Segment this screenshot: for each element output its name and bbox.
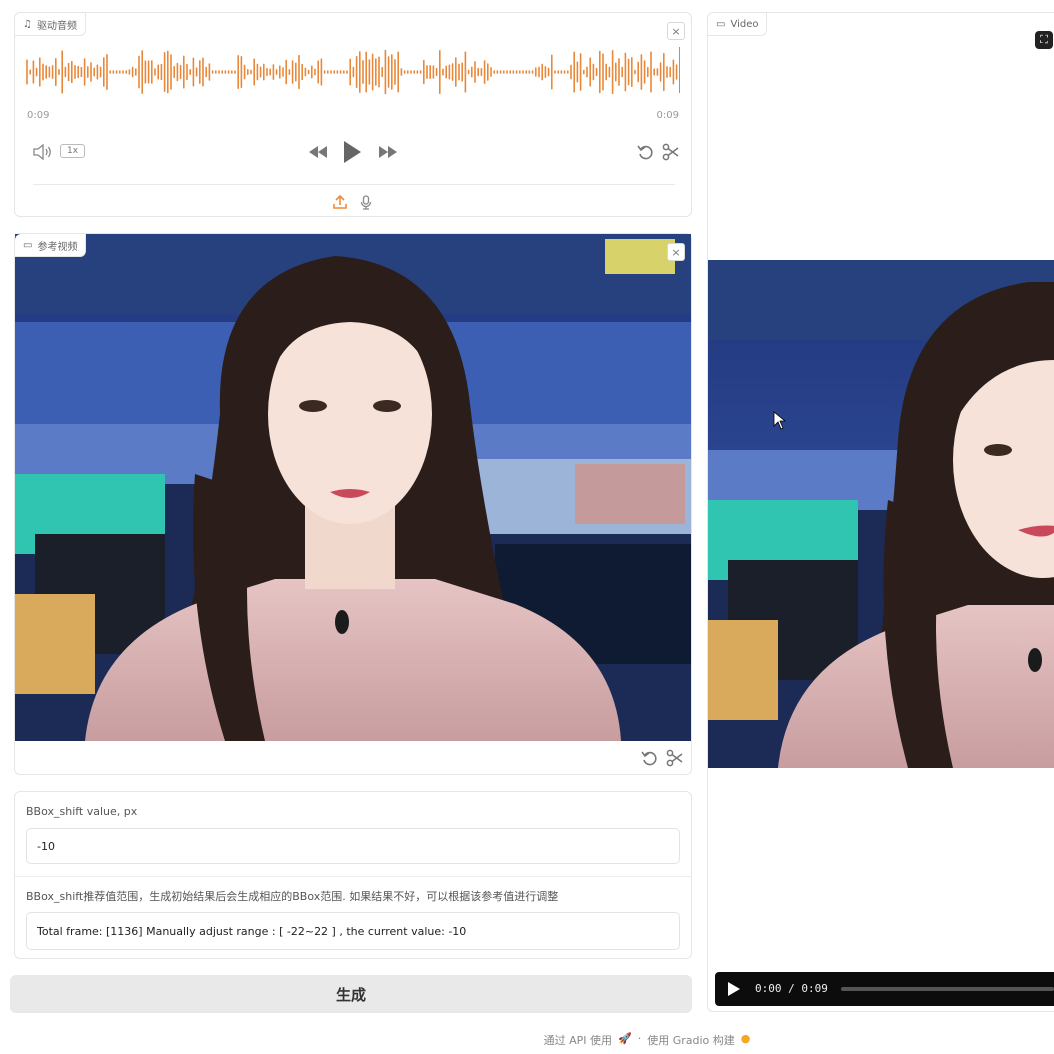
video-player-controls: 0:00 / 0:09 [715, 972, 1054, 1006]
audio-close-button[interactable]: × [667, 22, 685, 40]
output-video-label-tag: ▭ Video [708, 13, 768, 36]
upload-icon [333, 195, 347, 209]
footer: 通过 API 使用 🚀 · 使用 Gradio 构建 ● [0, 1032, 1054, 1048]
reference-video-frame[interactable] [15, 234, 691, 741]
rocket-icon: 🚀 [618, 1032, 632, 1045]
fast-forward-icon [379, 146, 397, 158]
generate-button[interactable]: 生成 [10, 975, 692, 1013]
audio-panel: ♫ 驱动音频 × 0:09 0:09 1x [14, 12, 692, 217]
reference-video-panel: ▭ 参考视频 × [14, 233, 692, 775]
play-icon [344, 141, 361, 163]
music-note-icon: ♫ [23, 18, 32, 30]
undo-icon [637, 145, 653, 160]
volume-icon [33, 144, 51, 160]
record-audio-button[interactable] [357, 193, 375, 211]
bbox-shift-input[interactable]: -10 [26, 828, 680, 864]
video-progress-bar[interactable] [841, 987, 1054, 991]
output-video-panel: ▭ Video ⛶ [707, 12, 1054, 1012]
audio-label: 驱动音频 [36, 20, 77, 32]
rewind-icon [309, 146, 327, 158]
reference-video-label-tag: ▭ 参考视频 [15, 234, 87, 257]
audio-divider [33, 184, 675, 185]
video-camera-icon: ▭ [716, 18, 726, 30]
audio-time-end: 0:09 [656, 110, 679, 121]
reference-video-undo-button[interactable] [639, 747, 661, 769]
gradio-logo-icon: ● [740, 1032, 751, 1045]
footer-separator: · [637, 1032, 642, 1045]
audio-time-start: 0:09 [27, 110, 50, 121]
output-video-label: Video [730, 18, 759, 30]
video-camera-icon: ▭ [23, 239, 33, 251]
bbox-shift-label: BBox_shift value, px [26, 805, 138, 818]
video-time-display: 0:00 / 0:09 [755, 982, 828, 995]
reference-video-close-button[interactable]: × [667, 243, 685, 261]
fullscreen-icon: ⛶ [1040, 33, 1048, 46]
audio-label-tag: ♫ 驱动音频 [15, 13, 86, 36]
reference-video-label: 参考视频 [37, 241, 78, 253]
video-play-button[interactable] [727, 981, 743, 997]
audio-trim-button[interactable] [660, 141, 682, 163]
volume-button[interactable] [31, 142, 55, 162]
api-link[interactable]: 通过 API 使用 [544, 1032, 612, 1048]
waveform-cursor [679, 47, 680, 93]
reference-video-trim-button[interactable] [664, 747, 686, 769]
play-icon [728, 982, 740, 996]
undo-icon [641, 751, 657, 766]
bbox-settings-panel: BBox_shift value, px -10 BBox_shift推荐值范围… [14, 791, 692, 959]
fullscreen-button[interactable]: ⛶ [1035, 31, 1053, 49]
bbox-divider [15, 876, 691, 877]
audio-waveform[interactable] [23, 47, 683, 97]
audio-undo-button[interactable] [635, 141, 657, 163]
scissors-icon [662, 143, 679, 161]
output-video-frame[interactable] [708, 260, 1054, 768]
fast-forward-button[interactable] [375, 142, 401, 162]
rewind-button[interactable] [305, 142, 331, 162]
playback-speed-button[interactable]: 1x [60, 144, 86, 158]
upload-audio-button[interactable] [331, 193, 349, 211]
gradio-link[interactable]: 使用 Gradio 构建 [647, 1032, 735, 1048]
microphone-icon [360, 194, 372, 210]
play-button[interactable] [339, 138, 365, 166]
bbox-info-textarea[interactable]: Total frame: [1136] Manually adjust rang… [26, 912, 680, 950]
scissors-icon [666, 749, 683, 767]
bbox-hint-label: BBox_shift推荐值范围，生成初始结果后会生成相应的BBox范围. 如果结… [26, 890, 559, 903]
